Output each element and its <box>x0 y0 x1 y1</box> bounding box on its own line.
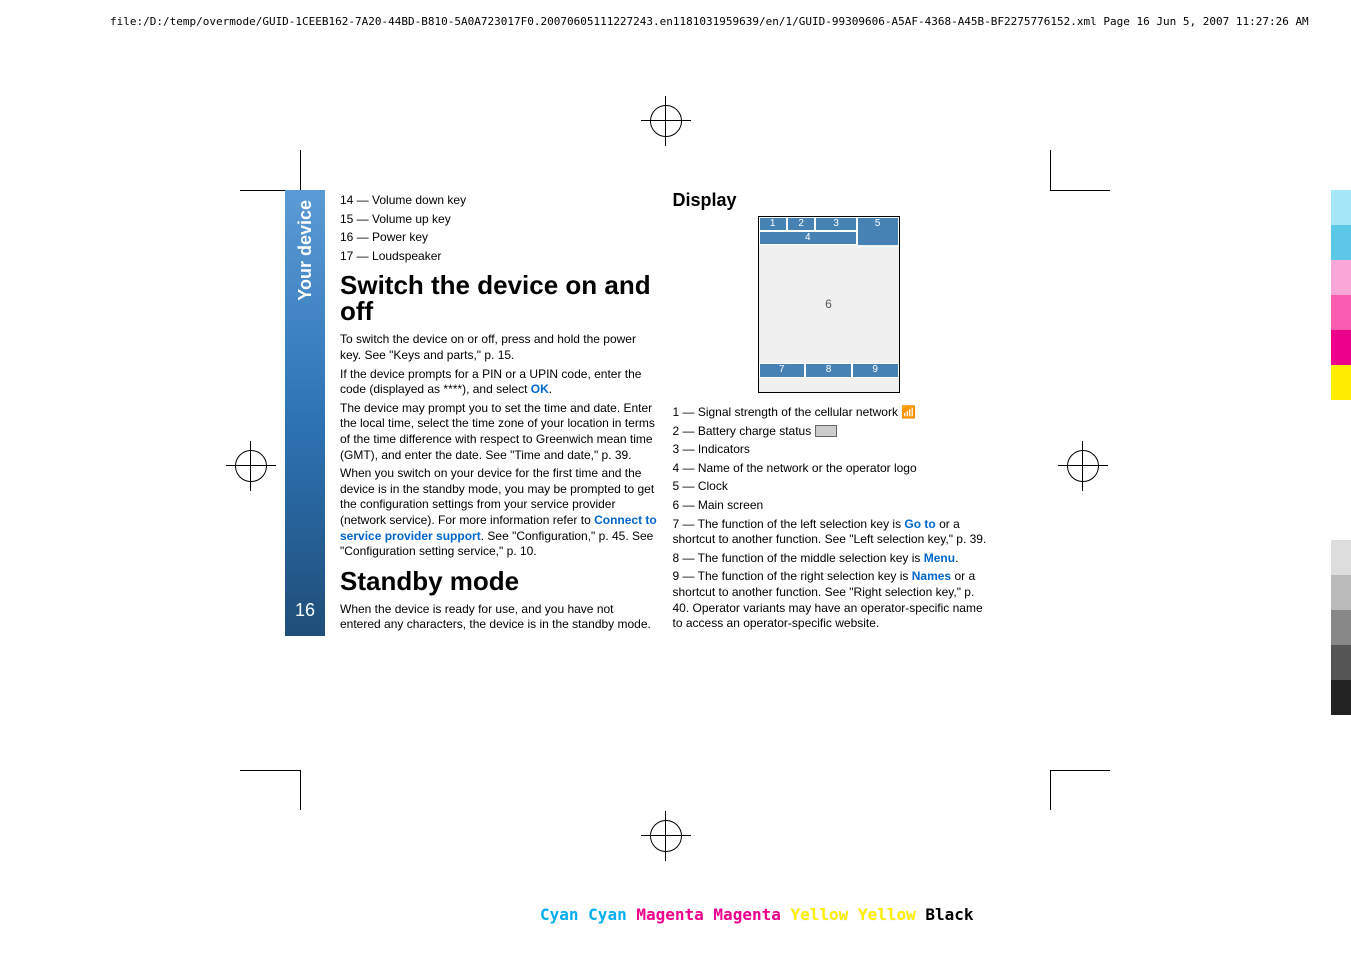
section-label: Your device <box>295 200 316 301</box>
section-sidebar: Your device 16 <box>285 190 325 636</box>
registration-mark-left <box>235 450 267 482</box>
diagram-cell-6: 6 <box>759 245 899 363</box>
yellow-label-shadow: Yellow <box>858 905 916 924</box>
display-item-9: 9 — The function of the right selection … <box>673 569 991 631</box>
goto-link: Go to <box>904 517 935 531</box>
display-item-2: 2 — Battery charge status <box>673 424 991 440</box>
signal-icon: 📶 <box>901 405 916 421</box>
crop-mark <box>1050 770 1110 771</box>
display-item-8: 8 — The function of the middle selection… <box>673 551 991 567</box>
key-item-16: 16 — Power key <box>340 230 658 246</box>
display-item-4: 4 — Name of the network or the operator … <box>673 461 991 477</box>
diagram-cell-3: 3 <box>815 217 857 231</box>
color-plate-labels: Cyan Cyan Magenta Magenta Yellow Yellow … <box>540 905 974 924</box>
heading-switch-device: Switch the device on and off <box>340 272 658 324</box>
cyan-label-shadow: Cyan <box>588 905 627 924</box>
black-label: Black <box>925 905 973 924</box>
heading-standby: Standby mode <box>340 568 658 594</box>
paragraph: If the device prompts for a PIN or a UPI… <box>340 367 658 398</box>
display-item-1: 1 — Signal strength of the cellular netw… <box>673 405 991 421</box>
paragraph: The device may prompt you to set the tim… <box>340 401 658 463</box>
crop-mark <box>240 770 300 771</box>
display-item-5: 5 — Clock <box>673 479 991 495</box>
page-number: 16 <box>295 600 315 621</box>
magenta-label: Magenta <box>636 905 703 924</box>
registration-mark-right <box>1067 450 1099 482</box>
key-item-14: 14 — Volume down key <box>340 193 658 209</box>
diagram-cell-7: 7 <box>759 363 806 378</box>
crop-mark <box>1050 190 1110 191</box>
crop-mark <box>300 150 301 190</box>
color-calibration-bars <box>1331 190 1351 715</box>
crop-mark <box>1050 150 1051 190</box>
names-link: Names <box>912 569 951 583</box>
cyan-label: Cyan <box>540 905 579 924</box>
display-item-3: 3 — Indicators <box>673 442 991 458</box>
display-item-6: 6 — Main screen <box>673 498 991 514</box>
registration-mark-top <box>650 105 700 155</box>
yellow-label: Yellow <box>791 905 849 924</box>
file-path-header: file:/D:/temp/overmode/GUID-1CEEB162-7A2… <box>110 15 1309 28</box>
key-item-17: 17 — Loudspeaker <box>340 249 658 265</box>
diagram-cell-8: 8 <box>805 363 852 378</box>
menu-link: Menu <box>924 551 955 565</box>
heading-display: Display <box>673 190 991 211</box>
registration-mark-bottom <box>650 820 700 870</box>
display-item-7: 7 — The function of the left selection k… <box>673 517 991 548</box>
diagram-cell-9: 9 <box>852 363 899 378</box>
crop-mark <box>300 770 301 810</box>
paragraph: When the device is ready for use, and yo… <box>340 602 658 633</box>
diagram-cell-2: 2 <box>787 217 815 231</box>
ok-link: OK <box>531 382 549 396</box>
crop-mark <box>1050 770 1051 810</box>
left-column: 14 — Volume down key 15 — Volume up key … <box>340 190 673 636</box>
paragraph: To switch the device on or off, press an… <box>340 332 658 363</box>
magenta-label-shadow: Magenta <box>713 905 780 924</box>
page-content: Your device 16 14 — Volume down key 15 —… <box>285 190 1005 636</box>
diagram-cell-4: 4 <box>759 231 858 245</box>
display-diagram: 1 2 3 5 4 6 7 8 9 <box>758 216 900 393</box>
paragraph: When you switch on your device for the f… <box>340 466 658 560</box>
diagram-cell-1: 1 <box>759 217 787 231</box>
key-item-15: 15 — Volume up key <box>340 212 658 228</box>
battery-icon <box>815 425 837 437</box>
right-column: Display 1 2 3 5 4 6 7 8 9 1 <box>673 190 1006 636</box>
